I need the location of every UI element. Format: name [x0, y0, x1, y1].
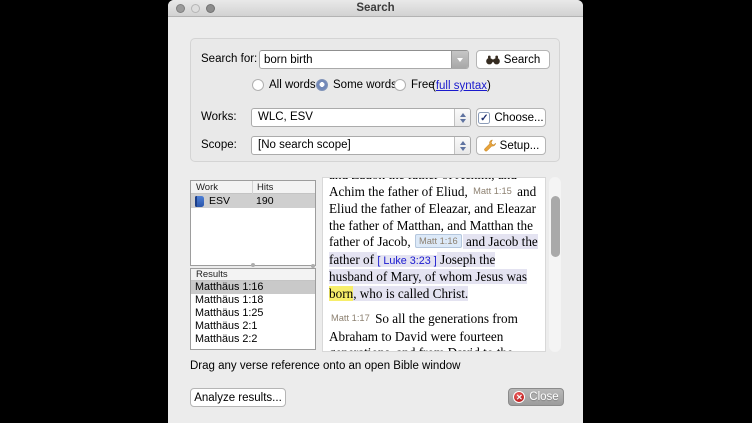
scrollbar-thumb[interactable] [551, 196, 560, 257]
radio-icon [252, 79, 264, 91]
analyze-results-button[interactable]: Analyze results... [190, 388, 286, 407]
choose-button-label: Choose... [494, 112, 543, 124]
close-button[interactable]: ✕ Close [508, 388, 564, 406]
popup-stepper-icon [454, 137, 470, 154]
syntax-paren-close: ) [487, 80, 491, 92]
scope-value: [No search scope] [258, 139, 351, 151]
close-window-icon[interactable] [176, 4, 185, 13]
radio-some-words[interactable]: Some words [316, 79, 397, 91]
search-button-label: Search [504, 54, 540, 66]
column-divider [252, 181, 253, 194]
checkbox-icon: ✓ [478, 112, 490, 124]
radio-selected-icon [316, 79, 328, 91]
verse-preview-pane[interactable]: and Zadok the father of Achim, and Achim… [322, 177, 546, 352]
hit-count: 190 [256, 195, 274, 207]
works-label: Works: [201, 111, 237, 123]
close-badge-icon: ✕ [513, 391, 525, 403]
scope-popup[interactable]: [No search scope] [251, 136, 471, 155]
results-header: Results [191, 269, 315, 281]
popup-stepper-icon [454, 109, 470, 126]
scope-label: Scope: [201, 139, 237, 151]
column-hits: Hits [257, 182, 273, 193]
setup-button-label: Setup... [500, 140, 540, 152]
book-icon [195, 196, 204, 207]
setup-button[interactable]: Setup... [476, 136, 546, 155]
list-item[interactable]: Matthäus 2:1 [191, 320, 315, 333]
close-button-label: Close [529, 391, 558, 403]
zoom-window-icon[interactable] [206, 4, 215, 13]
hits-table-header: Work Hits [191, 181, 315, 194]
search-button[interactable]: Search [476, 50, 550, 69]
word-match-options: All words Some words Free (full syntax) [191, 79, 559, 93]
column-work: Work [196, 182, 218, 193]
results-list: Results Matthäus 1:16 Matthäus 1:18 Matt… [190, 268, 316, 350]
works-value: WLC, ESV [258, 111, 313, 123]
search-history-dropdown[interactable] [451, 51, 468, 68]
search-options-panel: Search for: Search All words [190, 38, 560, 162]
chevron-down-icon [457, 58, 463, 62]
radio-free[interactable]: Free [394, 79, 435, 91]
works-popup[interactable]: WLC, ESV [251, 108, 471, 127]
binoculars-icon [486, 55, 500, 65]
search-input[interactable] [264, 51, 444, 68]
search-term-combo[interactable] [259, 50, 469, 69]
radio-label: Some words [333, 79, 397, 91]
search-for-label: Search for: [201, 53, 257, 65]
title-bar[interactable]: Search [168, 0, 583, 17]
radio-all-words[interactable]: All words [252, 79, 316, 91]
minimize-window-icon[interactable] [191, 4, 200, 13]
preview-paragraph-1: and Zadok the father of Achim, and Achim… [329, 177, 542, 302]
preview-text: and Zadok the father of Achim, and Achim… [329, 177, 542, 352]
preview-scrollbar[interactable] [549, 177, 561, 352]
drag-hint-text: Drag any verse reference onto an open Bi… [190, 360, 460, 372]
list-item[interactable]: Matthäus 2:2 [191, 333, 315, 346]
list-item[interactable]: Matthäus 1:25 [191, 307, 315, 320]
radio-label: All words [269, 79, 316, 91]
preview-paragraph-2: Matt 1:17 So all the generations from Ab… [329, 311, 542, 352]
wrench-icon [483, 139, 496, 152]
table-row[interactable]: ESV 190 [191, 194, 315, 208]
choose-button[interactable]: ✓ Choose... [476, 108, 546, 127]
list-item[interactable]: Matthäus 1:16 [191, 281, 315, 294]
list-item[interactable]: Matthäus 1:18 [191, 294, 315, 307]
splitter-handle[interactable] [251, 263, 255, 267]
window-title: Search [168, 0, 583, 16]
analyze-results-label: Analyze results... [194, 392, 282, 404]
window-controls [176, 4, 215, 13]
hits-table: Work Hits ESV 190 [190, 180, 316, 266]
radio-icon [394, 79, 406, 91]
work-name: ESV [209, 195, 230, 207]
search-dialog: Search Search for: Search All wor [168, 0, 583, 423]
full-syntax-link[interactable]: full syntax [436, 80, 487, 92]
full-syntax-note: (full syntax) [432, 80, 491, 92]
